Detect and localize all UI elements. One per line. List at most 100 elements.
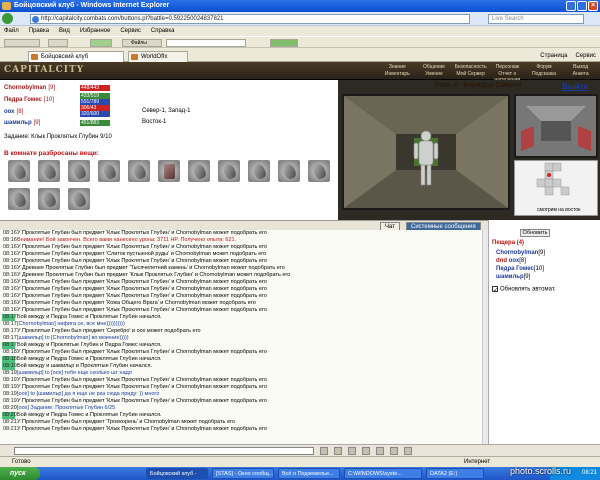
item-slot[interactable] bbox=[248, 160, 270, 182]
player-name[interactable]: оох bbox=[4, 108, 15, 116]
player-row[interactable]: шамильр [9] bbox=[4, 119, 40, 127]
item-slot[interactable] bbox=[98, 160, 120, 182]
close-button[interactable]: × bbox=[588, 1, 598, 11]
refresh-button[interactable]: Обновить bbox=[520, 229, 550, 237]
item-slot[interactable] bbox=[8, 160, 30, 182]
chat-timestamp[interactable]: 08:16 bbox=[2, 307, 17, 314]
chat-timestamp[interactable]: 08:16 bbox=[2, 272, 17, 279]
search-input[interactable]: Live Search bbox=[488, 14, 584, 24]
menu-file[interactable]: Файл bbox=[4, 26, 19, 36]
cave-member[interactable]: Педра Гомес[10] bbox=[496, 265, 544, 273]
menu-favorites[interactable]: Избранное bbox=[80, 26, 110, 36]
chat-timestamp[interactable]: 08:16 bbox=[2, 258, 17, 265]
chat-timestamp[interactable]: 08:16 bbox=[2, 237, 17, 244]
item-slot[interactable] bbox=[218, 160, 240, 182]
exit-link[interactable]: Выйти bbox=[562, 82, 588, 91]
menu-edit[interactable]: Правка bbox=[29, 26, 49, 36]
chat-timestamp[interactable]: 08:18 bbox=[2, 356, 17, 363]
chat-timestamp[interactable]: 08:16 bbox=[2, 279, 17, 286]
nav-character[interactable]: Персонаж bbox=[490, 64, 525, 70]
player-row[interactable]: оох [8] bbox=[4, 108, 23, 116]
maximize-button[interactable] bbox=[577, 1, 587, 11]
player-name[interactable]: Chornobylman bbox=[4, 84, 46, 92]
chat-timestamp[interactable]: 08:21 bbox=[2, 419, 17, 426]
toolbar-widget[interactable] bbox=[90, 39, 112, 47]
filter-icon[interactable] bbox=[376, 447, 384, 455]
page-menu[interactable]: Страница bbox=[540, 51, 567, 61]
floor-minimap[interactable]: смотрим на восток bbox=[514, 160, 598, 216]
toolbar-widget[interactable] bbox=[270, 39, 298, 47]
cave-member[interactable]: шамильр[9] bbox=[496, 273, 530, 281]
menu-view[interactable]: Вид bbox=[59, 26, 70, 36]
item-slot[interactable] bbox=[188, 160, 210, 182]
chat-timestamp[interactable]: 08:20 bbox=[2, 405, 17, 412]
settings-icon[interactable] bbox=[404, 447, 412, 455]
smile-icon[interactable] bbox=[334, 447, 342, 455]
chat-timestamp[interactable]: 08:16 bbox=[2, 286, 17, 293]
chat-timestamp[interactable]: 08:17 bbox=[2, 342, 17, 349]
minimize-button[interactable] bbox=[566, 1, 576, 11]
chat-timestamp[interactable]: 08:16 bbox=[2, 293, 17, 300]
direction-map[interactable] bbox=[514, 94, 598, 158]
player-row[interactable]: Педра Гомес [10] bbox=[4, 96, 54, 104]
chat-timestamp[interactable]: 08:16 bbox=[2, 244, 17, 251]
player-name[interactable]: шамильр bbox=[4, 119, 32, 127]
chat-timestamp[interactable]: 08:16 bbox=[2, 300, 17, 307]
item-slot[interactable] bbox=[38, 160, 60, 182]
task-messages[interactable]: [STAS] - Окно сообщ... bbox=[212, 468, 274, 479]
cave-member-name[interactable]: Педра Гомес bbox=[496, 266, 534, 272]
cave-member[interactable]: Chornobylman[9] bbox=[496, 249, 545, 257]
cave-member-name[interactable]: оох bbox=[509, 258, 520, 264]
chat-timestamp[interactable]: 08:18 bbox=[2, 349, 17, 356]
toolbar-input[interactable] bbox=[166, 39, 246, 47]
menu-tools[interactable]: Сервис bbox=[120, 26, 141, 36]
item-slot[interactable] bbox=[128, 160, 150, 182]
item-slot[interactable] bbox=[308, 160, 330, 182]
cave-member-name[interactable]: Chornobylman bbox=[496, 250, 538, 256]
player-name[interactable]: Педра Гомес bbox=[4, 96, 42, 104]
nav-security[interactable]: Безопасность bbox=[453, 64, 488, 70]
tab-worldofix[interactable]: WorldOfIx bbox=[128, 51, 188, 62]
task-windows[interactable]: C:\WINDOWS\syste... bbox=[344, 468, 422, 479]
tab-combats[interactable]: Бойцовский клуб bbox=[28, 51, 124, 62]
chat-timestamp[interactable]: 08:21 bbox=[2, 426, 17, 433]
chat-timestamp[interactable]: 08:19 bbox=[2, 391, 17, 398]
chat-timestamp[interactable]: 08:17 bbox=[2, 328, 17, 335]
files-dropdown[interactable]: Файлы bbox=[122, 39, 162, 47]
tools-menu[interactable]: Сервис bbox=[575, 51, 596, 61]
menu-help[interactable]: Справка bbox=[151, 26, 175, 36]
chat-timestamp[interactable]: 08:17 bbox=[2, 314, 17, 321]
chat-timestamp[interactable]: 08:16 bbox=[2, 265, 17, 272]
cave-member-name[interactable]: шамильр bbox=[496, 274, 524, 280]
chat-timestamp[interactable]: 08:19 bbox=[2, 377, 17, 384]
checkbox-icon[interactable]: ✓ bbox=[492, 286, 498, 294]
back-icon[interactable] bbox=[2, 13, 13, 24]
auto-refresh-toggle[interactable]: ✓ Обновлять автомат. bbox=[492, 286, 556, 294]
item-slot[interactable] bbox=[38, 188, 60, 210]
address-input[interactable]: http://capitalcity.combats.com/buttons.p… bbox=[30, 14, 470, 24]
nav-knowledge[interactable]: Знание bbox=[380, 64, 415, 70]
task-combats[interactable]: Бойцовский клуб - bbox=[146, 468, 208, 479]
chat-timestamp[interactable]: 08:19 bbox=[2, 398, 17, 405]
chat-timestamp[interactable]: 08:19 bbox=[2, 363, 17, 370]
sound-icon[interactable] bbox=[390, 447, 398, 455]
corridor-view[interactable] bbox=[342, 94, 510, 210]
nav-chat[interactable]: Общение bbox=[417, 64, 452, 70]
chat-timestamp[interactable]: 08:17 bbox=[2, 335, 17, 342]
toolbar-widget[interactable] bbox=[4, 39, 40, 47]
chat-timestamp[interactable]: 08:19 bbox=[2, 384, 17, 391]
chat-input[interactable] bbox=[14, 447, 314, 455]
chat-timestamp[interactable]: 08:16 bbox=[2, 251, 17, 258]
nav-forum[interactable]: Форум bbox=[527, 64, 562, 70]
item-slot[interactable] bbox=[8, 188, 30, 210]
player-row[interactable]: Chornobylman [9] bbox=[4, 84, 55, 92]
send-icon[interactable] bbox=[320, 447, 328, 455]
translit-icon[interactable] bbox=[348, 447, 356, 455]
chat-timestamp[interactable]: 08:20 bbox=[2, 412, 17, 419]
nav-exit[interactable]: Выход bbox=[563, 64, 598, 70]
cave-member[interactable]: dnd оох[8] bbox=[496, 257, 526, 265]
start-button[interactable]: пуск bbox=[0, 467, 40, 480]
clear-icon[interactable] bbox=[362, 447, 370, 455]
chat-timestamp[interactable]: 08:17 bbox=[2, 321, 17, 328]
task-dungeon[interactable]: Всё о Подземелье... bbox=[278, 468, 340, 479]
